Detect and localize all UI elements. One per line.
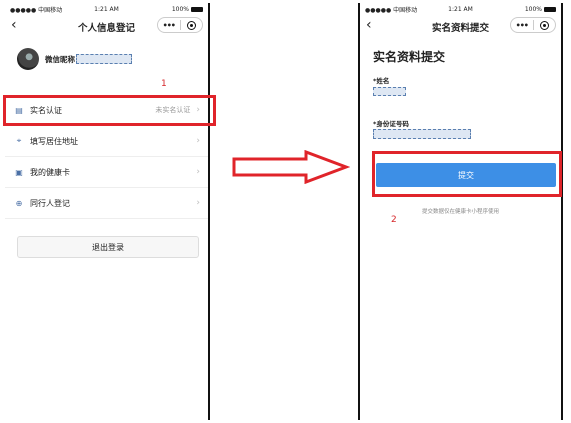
step-number-2: 2 <box>391 215 397 225</box>
menu-item-health-card[interactable]: ▣ 我的健康卡 › <box>5 157 208 188</box>
menu-item-label: 我的健康卡 <box>30 167 70 177</box>
close-mini-program-icon[interactable] <box>534 20 556 30</box>
time-text: 1:21 AM <box>448 5 473 13</box>
mini-program-capsule: ••• <box>157 17 203 33</box>
id-number-input[interactable] <box>373 129 471 139</box>
chevron-right-icon: › <box>196 198 200 208</box>
status-bar: ●●●●● 中国移动 1:21 AM 100% <box>5 3 208 15</box>
status-bar: ●●●●● 中国移动 1:21 AM 100% <box>360 3 561 15</box>
highlight-box-submit <box>372 151 562 197</box>
add-circle-icon: ⊕ <box>15 198 23 208</box>
more-icon[interactable]: ••• <box>511 21 533 30</box>
name-label: *姓名 <box>373 77 390 85</box>
avatar <box>17 48 39 70</box>
nav-bar: ‹ 实名资料提交 ••• <box>360 15 561 37</box>
menu-item-label: 同行人登记 <box>30 198 70 208</box>
location-pin-icon: ⌖ <box>16 136 22 145</box>
health-card-icon: ▣ <box>15 167 23 177</box>
profile-header: 微信昵称 <box>5 37 208 81</box>
menu-item-label: 填写居住地址 <box>30 136 78 146</box>
mini-program-capsule: ••• <box>510 17 556 33</box>
chevron-right-icon: › <box>196 167 200 177</box>
step-number-1: 1 <box>161 79 167 89</box>
logout-button[interactable]: 退出登录 <box>17 236 199 258</box>
menu-item-address[interactable]: ⌖ 填写居住地址 › <box>5 126 208 157</box>
name-input[interactable] <box>373 87 406 96</box>
arrow-right-icon <box>232 150 350 184</box>
more-icon[interactable]: ••• <box>158 21 180 30</box>
usage-note: 提交数据仅在健康卡小程序使用 <box>421 209 499 215</box>
nav-bar: ‹ 个人信息登记 ••• <box>5 15 208 37</box>
nickname-label: 微信昵称 <box>45 54 75 64</box>
left-phone-screen: ●●●●● 中国移动 1:21 AM 100% ‹ 个人信息登记 ••• 微信昵… <box>5 3 210 420</box>
chevron-right-icon: › <box>196 136 200 146</box>
highlight-box-real-name <box>3 95 216 126</box>
id-number-label: *身份证号码 <box>373 120 409 128</box>
close-mini-program-icon[interactable] <box>181 20 203 30</box>
right-phone-screen: ●●●●● 中国移动 1:21 AM 100% ‹ 实名资料提交 ••• 实名资… <box>358 3 563 420</box>
menu-item-companion[interactable]: ⊕ 同行人登记 › <box>5 188 208 219</box>
form-title: 实名资料提交 <box>373 50 446 64</box>
time-text: 1:21 AM <box>94 5 119 13</box>
nickname-masked-value <box>76 54 132 64</box>
